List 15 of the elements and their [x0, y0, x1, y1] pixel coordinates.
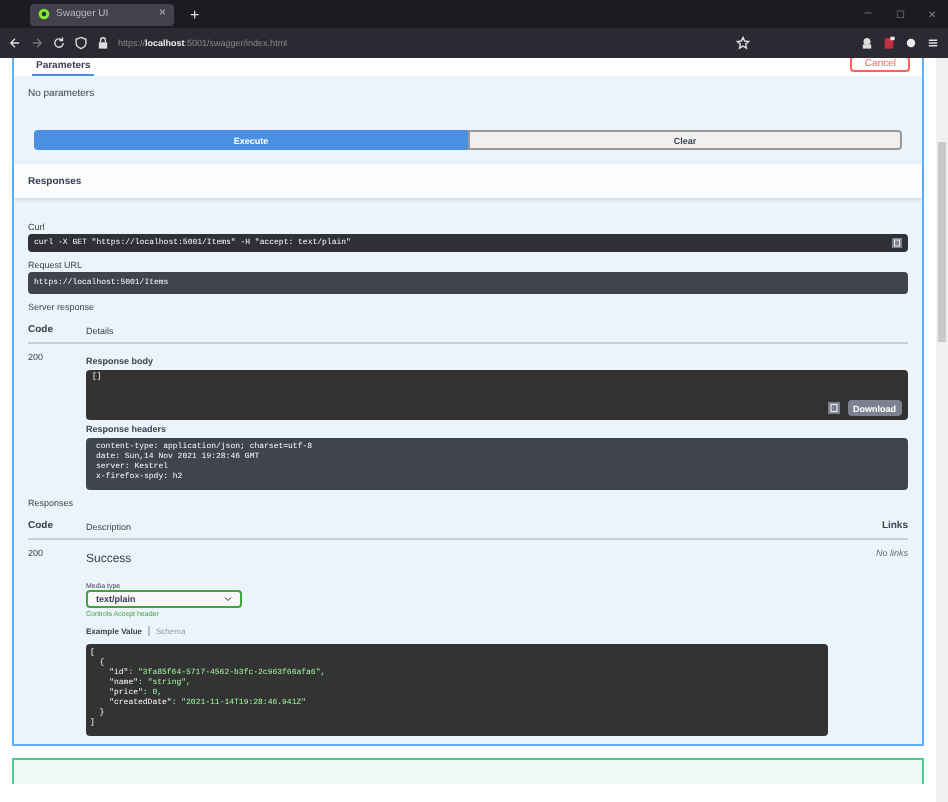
extension-icon[interactable] — [904, 36, 918, 50]
back-icon[interactable] — [8, 36, 22, 50]
chevron-down-icon — [224, 596, 232, 602]
shield-icon[interactable] — [74, 36, 88, 50]
lock-icon[interactable] — [96, 36, 110, 50]
scrollbar[interactable] — [936, 58, 948, 802]
globe-icon — [38, 8, 50, 20]
new-tab-button[interactable]: + — [190, 5, 200, 23]
star-icon[interactable] — [735, 36, 750, 50]
copy-icon[interactable] — [827, 402, 839, 414]
extension-icon[interactable] — [882, 36, 896, 50]
reload-icon[interactable] — [52, 36, 66, 50]
extension-icon[interactable] — [860, 36, 874, 50]
menu-icon[interactable] — [926, 36, 940, 50]
forward-icon[interactable] — [30, 36, 44, 50]
